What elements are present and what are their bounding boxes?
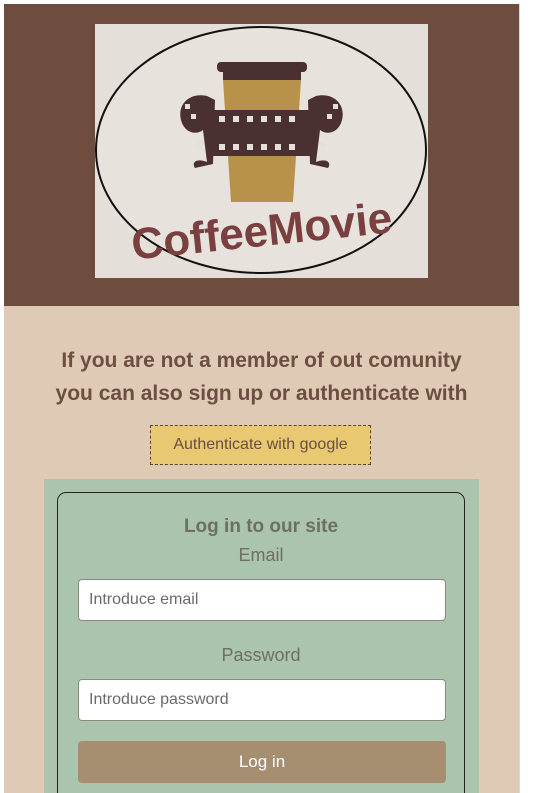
signup-tagline: If you are not a member of out comunity … — [4, 344, 519, 410]
page-viewport: CoffeeMovie If you are not a member of o… — [4, 4, 519, 793]
header-banner: CoffeeMovie — [4, 4, 519, 306]
coffeemovie-logo: CoffeeMovie — [95, 24, 428, 278]
logo-graphic: CoffeeMovie — [95, 26, 427, 274]
login-title: Log in to our site — [183, 516, 339, 537]
tagline-line-2: you can also sign up or authenticate wit… — [55, 382, 468, 405]
tagline-line-1: If you are not a member of out comunity — [61, 349, 462, 372]
email-input[interactable] — [78, 579, 446, 621]
password-label: Password — [221, 645, 301, 665]
login-section: Log in to our site Email Password Log in — [44, 479, 479, 793]
password-input[interactable] — [78, 679, 446, 721]
login-button[interactable]: Log in — [78, 741, 446, 783]
login-form: Log in to our site Email Password Log in — [57, 492, 465, 793]
authenticate-google-button[interactable]: Authenticate with google — [150, 425, 371, 465]
email-label: Email — [238, 545, 284, 565]
